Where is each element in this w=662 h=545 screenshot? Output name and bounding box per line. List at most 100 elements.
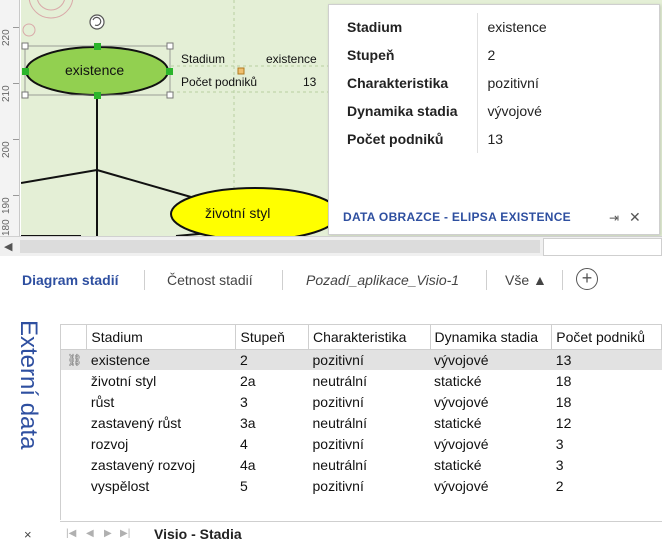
control-handle[interactable] — [237, 67, 245, 75]
table-cell: vývojové — [434, 393, 489, 410]
shape-data-value[interactable]: 13 — [477, 125, 645, 153]
table-cell: 2a — [239, 372, 256, 389]
table-cell: vývojové — [434, 435, 489, 452]
link-cell — [61, 433, 87, 454]
table-cell: neutrální — [312, 414, 367, 431]
table-cell: 3 — [555, 456, 564, 473]
tab-divider — [282, 270, 283, 290]
selection-handle[interactable] — [22, 68, 29, 75]
shape-data-key: Dynamika stadia — [337, 97, 478, 125]
shape-data-row: Počet podniků 13 — [337, 125, 645, 153]
ruler-label: 180 — [1, 219, 12, 236]
scrollbar-thumb[interactable] — [20, 240, 540, 253]
link-cell — [61, 370, 87, 391]
selection-handle[interactable] — [166, 42, 174, 50]
first-sheet-icon[interactable]: |◀ — [66, 528, 76, 539]
table-cell: 2 — [555, 477, 564, 494]
tab-divider — [144, 270, 145, 290]
external-data-grid: Stadium Stupeň Charakteristika Dynamika … — [60, 324, 662, 520]
connector-line[interactable] — [96, 169, 192, 198]
selection-handle[interactable] — [166, 91, 174, 99]
table-cell: zastavený rozvoj — [90, 456, 196, 473]
pin-icon[interactable]: ⇥ — [609, 211, 619, 225]
decorative-swirl — [37, 0, 65, 11]
column-header-stadium[interactable]: Stadium — [86, 325, 237, 350]
column-header-stupen[interactable]: Stupeň — [235, 325, 309, 350]
sheet-tab-visio-stadia[interactable]: Visio - Stadia — [154, 526, 242, 542]
shape-data-key: Charakteristika — [337, 69, 478, 97]
table-row[interactable]: zastavený růst 3a neutrální statické 12 — [61, 412, 662, 433]
table-cell: pozitivní — [308, 349, 431, 370]
link-cell — [61, 412, 87, 433]
shape-data-row: Charakteristika pozitivní — [337, 69, 645, 97]
selection-handle[interactable] — [94, 92, 101, 99]
shape-data-value[interactable]: vývojové — [477, 97, 645, 125]
tab-pozadi[interactable]: Pozadí_aplikace_Visio-1 — [306, 272, 459, 288]
table-cell: vyspělost — [90, 477, 150, 494]
table-cell: 3 — [239, 393, 248, 410]
table-cell: 4 — [239, 435, 248, 452]
link-cell — [61, 454, 87, 475]
table-cell: statické — [434, 456, 482, 473]
column-header-pocet[interactable]: Počet podniků — [551, 325, 662, 350]
sheet-navigator: |◀ ◀ ▶ ▶| Visio - Stadia — [60, 521, 662, 545]
shape-data-key: Počet podniků — [337, 125, 478, 153]
table-row[interactable]: rozvoj 4 pozitivní vývojové 3 — [61, 433, 662, 454]
selection-handle[interactable] — [166, 68, 173, 75]
ruler-label: 210 — [1, 85, 12, 102]
shape-data-row: Dynamika stadia vývojové — [337, 97, 645, 125]
shape-data-value: 13 — [303, 75, 317, 89]
external-data-table: Stadium Stupeň Charakteristika Dynamika … — [61, 325, 662, 496]
drawing-canvas-area: 220 210 200 190 180 existence životní st… — [0, 0, 662, 240]
table-cell: 18 — [555, 372, 572, 389]
shape-data-row: Stupeň 2 — [337, 41, 645, 69]
add-page-button[interactable]: + — [576, 268, 598, 290]
table-row[interactable]: ⛓ existence 2 pozitivní vývojové 13 — [61, 349, 662, 370]
shape-data-row: Stadium existence — [337, 13, 645, 41]
shape-data-key: Stadium — [337, 13, 478, 41]
table-row[interactable]: růst 3 pozitivní vývojové 18 — [61, 391, 662, 412]
decorative-swirl — [28, 0, 74, 19]
shape-data-table: Stadium existence Stupeň 2 Charakteristi… — [337, 13, 645, 153]
selection-handle[interactable] — [21, 42, 29, 50]
table-row[interactable]: zastavený rozvoj 4a neutrální statické 3 — [61, 454, 662, 475]
last-sheet-icon[interactable]: ▶| — [120, 528, 130, 539]
ruler-label: 220 — [1, 29, 12, 46]
next-sheet-icon[interactable]: ▶ — [104, 528, 112, 539]
column-header-dynamika[interactable]: Dynamika stadia — [430, 325, 553, 350]
link-cell — [61, 391, 87, 412]
tab-diagram-stadii[interactable]: Diagram stadií — [22, 272, 118, 288]
table-cell: 18 — [555, 393, 572, 410]
tab-all-pages[interactable]: Vše ▲ — [505, 272, 547, 288]
horizontal-scrollbar[interactable]: ◀ — [0, 236, 662, 256]
table-cell: vývojové — [430, 349, 552, 370]
popup-title: DATA OBRAZCE - ELIPSA EXISTENCE — [343, 210, 571, 224]
shape-data-value[interactable]: 2 — [477, 41, 645, 69]
table-cell: neutrální — [312, 456, 367, 473]
prev-sheet-icon[interactable]: ◀ — [86, 528, 94, 539]
shape-data-value[interactable]: pozitivní — [477, 69, 645, 97]
link-icon: ⛓ — [61, 349, 87, 370]
link-cell — [61, 475, 87, 496]
shape-data-value: existence — [266, 52, 317, 66]
selection-handle[interactable] — [21, 91, 29, 99]
shape-data-value[interactable]: existence — [477, 13, 645, 41]
connector-line[interactable] — [21, 169, 98, 184]
scroll-left-arrow-icon[interactable]: ◀ — [4, 240, 12, 253]
table-cell: statické — [434, 372, 482, 389]
tab-cetnost-stadii[interactable]: Četnost stadií — [167, 272, 253, 288]
table-row[interactable]: životní styl 2a neutrální statické 18 — [61, 370, 662, 391]
table-cell: 13 — [551, 349, 662, 370]
table-cell: rozvoj — [90, 435, 129, 452]
ruler-tick — [13, 27, 19, 28]
table-cell: pozitivní — [312, 477, 364, 494]
page-tabs: Diagram stadií Četnost stadií Pozadí_apl… — [0, 262, 662, 298]
column-header-charakteristika[interactable]: Charakteristika — [308, 325, 431, 350]
close-icon[interactable]: ✕ — [629, 209, 641, 226]
close-icon[interactable]: × — [24, 527, 32, 542]
table-row[interactable]: vyspělost 5 pozitivní vývojové 2 — [61, 475, 662, 496]
selection-handle[interactable] — [94, 43, 101, 50]
zoom-box[interactable] — [543, 238, 662, 256]
external-data-title: Externí data — [15, 320, 42, 450]
tab-divider — [562, 270, 563, 290]
